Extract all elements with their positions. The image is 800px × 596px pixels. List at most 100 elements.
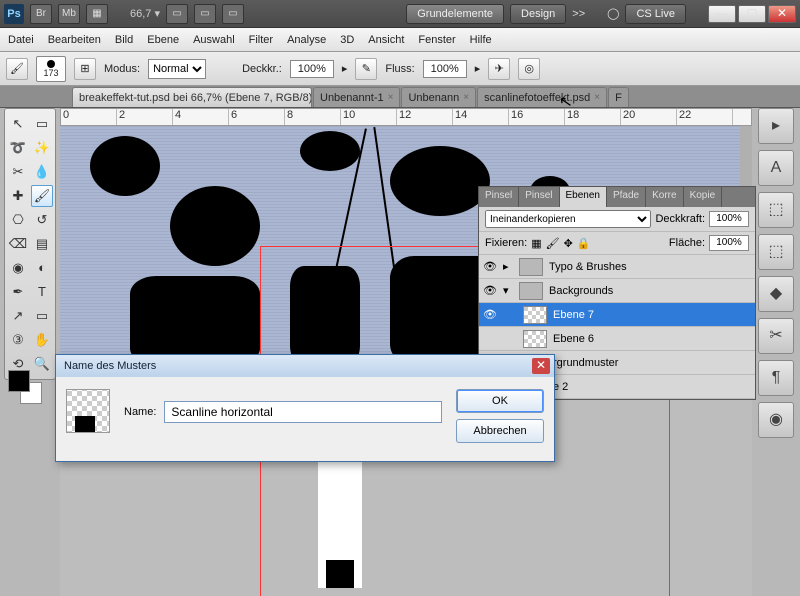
path-tool[interactable]: ↗ (7, 305, 29, 327)
doc-tab-4[interactable]: F (608, 87, 629, 107)
panel-tab-pfade[interactable]: Pfade (607, 187, 646, 207)
layer-row[interactable]: 👁 Ebene 7 (479, 303, 755, 327)
brush-panel-toggle[interactable]: ⊞ (74, 58, 96, 80)
menu-ansicht[interactable]: Ansicht (368, 34, 404, 46)
tablet-pressure-toggle[interactable]: ◎ (518, 58, 540, 80)
cslive-button[interactable]: CS Live (625, 4, 686, 24)
panel-tab-kopie[interactable]: Kopie (684, 187, 723, 207)
wand-tool[interactable]: ✨ (31, 137, 53, 159)
menu-datei[interactable]: Datei (8, 34, 34, 46)
lock-transparency-icon[interactable]: ▦ (531, 237, 541, 250)
dock-info-icon[interactable]: ◉ (758, 402, 794, 438)
dock-actions-icon[interactable]: ✂ (758, 318, 794, 354)
close-icon[interactable]: × (594, 92, 600, 103)
visibility-icon[interactable]: 👁 (483, 260, 497, 273)
maximize-button[interactable]: ▢ (738, 5, 766, 23)
menu-ebene[interactable]: Ebene (147, 34, 179, 46)
dock-char-icon[interactable]: A (758, 150, 794, 186)
disclosure-icon[interactable]: ▸ (503, 260, 513, 273)
cancel-button[interactable]: Abbrechen (456, 419, 544, 443)
menu-auswahl[interactable]: Auswahl (193, 34, 235, 46)
blend-mode-select[interactable]: Normal (148, 59, 206, 79)
dodge-tool[interactable]: ◐ (31, 257, 53, 279)
layer-group[interactable]: 👁 ▸ Typo & Brushes (479, 255, 755, 279)
minibridge-button[interactable]: Mb (58, 4, 80, 24)
dock-expand-icon[interactable]: ▸ (758, 108, 794, 144)
menu-fenster[interactable]: Fenster (418, 34, 455, 46)
layer-name[interactable]: Ebene 7 (553, 309, 594, 321)
screen-mode-button[interactable]: ▭ (222, 4, 244, 24)
layer-row[interactable]: Ebene 6 (479, 327, 755, 351)
close-icon[interactable]: × (388, 92, 394, 103)
layer-group[interactable]: 👁 ▾ Backgrounds (479, 279, 755, 303)
panel-tab-ebenen[interactable]: Ebenen (560, 187, 607, 207)
view-mode-button-1[interactable]: ▭ (166, 4, 188, 24)
dialog-titlebar[interactable]: Name des Musters ✕ (56, 355, 554, 377)
panel-tab-pinsel2[interactable]: Pinsel (519, 187, 559, 207)
menu-bild[interactable]: Bild (115, 34, 133, 46)
workspace-more[interactable]: >> (572, 8, 585, 20)
opacity-arrow-icon[interactable]: ▸ (342, 62, 348, 75)
eraser-tool[interactable]: ⌫ (7, 233, 29, 255)
lock-pixels-icon[interactable]: 🖌 (546, 237, 560, 250)
panel-tab-pinsel[interactable]: Pinsel (479, 187, 519, 207)
shape-tool[interactable]: ▭ (31, 305, 53, 327)
menu-3d[interactable]: 3D (340, 34, 354, 46)
panel-tab-korrekt[interactable]: Korre (646, 187, 683, 207)
lasso-tool[interactable]: ➰ (7, 137, 29, 159)
menu-analyse[interactable]: Analyse (287, 34, 326, 46)
brush-preset-picker[interactable]: 173 (36, 56, 66, 82)
dock-styles-icon[interactable]: ⬚ (758, 234, 794, 270)
zoom-readout[interactable]: 66,7 ▾ (130, 7, 160, 20)
doc-tab-0[interactable]: breakeffekt-tut.psd bei 66,7% (Ebene 7, … (72, 87, 312, 107)
menu-filter[interactable]: Filter (249, 34, 273, 46)
dock-paragraph-icon[interactable]: ¶ (758, 360, 794, 396)
close-icon[interactable]: × (463, 92, 469, 103)
opacity-pressure-toggle[interactable]: ✎ (355, 58, 377, 80)
heal-tool[interactable]: ✚ (7, 185, 29, 207)
menu-hilfe[interactable]: Hilfe (470, 34, 492, 46)
blur-tool[interactable]: ◉ (7, 257, 29, 279)
view-mode-button-2[interactable]: ▭ (194, 4, 216, 24)
doc-tab-3[interactable]: scanlinefotoeffekt.psd× (477, 87, 607, 107)
pattern-name-input[interactable] (164, 401, 442, 423)
3d-tool[interactable]: ③ (7, 329, 29, 351)
layer-name[interactable]: Typo & Brushes (549, 261, 627, 273)
dialog-close-button[interactable]: ✕ (532, 358, 550, 374)
crop-tool[interactable]: ✂ (7, 161, 29, 183)
layer-name[interactable]: Backgrounds (549, 285, 613, 297)
menu-bearbeiten[interactable]: Bearbeiten (48, 34, 101, 46)
visibility-icon[interactable]: 👁 (483, 308, 497, 321)
type-tool[interactable]: T (31, 281, 53, 303)
bridge-button[interactable]: Br (30, 4, 52, 24)
foreground-color-swatch[interactable] (8, 370, 30, 392)
doc-tab-1[interactable]: Unbenannt-1× (313, 87, 400, 107)
history-brush-tool[interactable]: ↺ (31, 209, 53, 231)
layer-blend-mode-select[interactable]: Ineinanderkopieren (485, 210, 651, 228)
disclosure-icon[interactable]: ▾ (503, 284, 513, 297)
layer-name[interactable]: e 2 (553, 381, 568, 393)
airbrush-toggle[interactable]: ✈ (488, 58, 510, 80)
doc-tab-2[interactable]: Unbenann× (401, 87, 476, 107)
layer-opacity-input[interactable]: 100% (709, 211, 749, 227)
move-tool[interactable]: ↖ (7, 113, 29, 135)
brush-tool[interactable]: 🖌 (31, 185, 53, 207)
flow-arrow-icon[interactable]: ▸ (475, 62, 481, 75)
flow-input[interactable]: 100% (423, 60, 467, 78)
lock-all-icon[interactable]: 🔒 (577, 237, 591, 250)
workspace-design-button[interactable]: Design (510, 4, 566, 24)
lock-position-icon[interactable]: ✥ (564, 237, 573, 250)
close-button[interactable]: ✕ (768, 5, 796, 23)
visibility-icon[interactable]: 👁 (483, 284, 497, 297)
eyedropper-tool[interactable]: 💧 (31, 161, 53, 183)
opacity-input[interactable]: 100% (290, 60, 334, 78)
hand-tool[interactable]: ✋ (31, 329, 53, 351)
color-swatches[interactable] (8, 370, 44, 406)
ok-button[interactable]: OK (456, 389, 544, 413)
stamp-tool[interactable]: ⎔ (7, 209, 29, 231)
marquee-tool[interactable]: ▭ (31, 113, 53, 135)
gradient-tool[interactable]: ▤ (31, 233, 53, 255)
workspace-active-button[interactable]: Grundelemente (406, 4, 504, 24)
fill-input[interactable]: 100% (709, 235, 749, 251)
layer-name[interactable]: Ebene 6 (553, 333, 594, 345)
